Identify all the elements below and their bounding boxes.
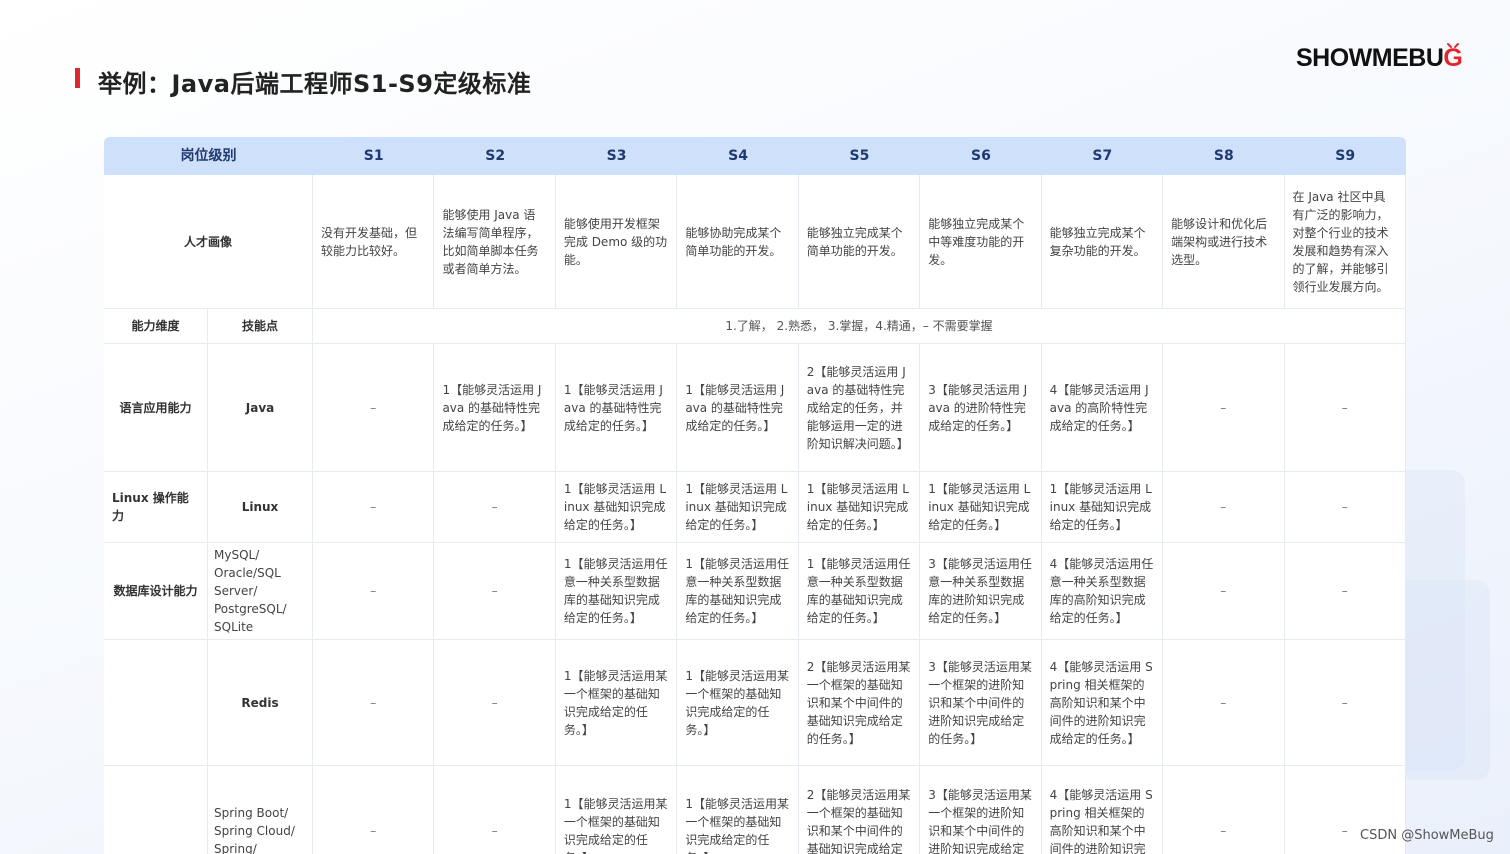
skill-cell: 3【能够灵活运用某一个框架的进阶知识和某个中间件的进阶知识完成给定的任务。】: [920, 640, 1042, 766]
skill-cell: 1【能够灵活运用某一个框架的基础知识完成给定的任务。】: [556, 766, 678, 854]
persona-s5: 能够独立完成某个简单功能的开发。: [798, 175, 921, 309]
skill-cell: 4【能够灵活运用 Spring 相关框架的高阶知识和某个中间件的进阶知识完成给定…: [1041, 640, 1164, 766]
skill-cell: –: [313, 766, 435, 854]
skill-cell: –: [434, 640, 556, 766]
level-header-s7: S7: [1041, 137, 1164, 175]
skill-cell: 4【能够灵活运用 Spring 相关框架的高阶知识和某个中间件的进阶知识完成给定…: [1042, 766, 1164, 854]
skill-cell: 1【能够灵活运用某一个框架的基础知识完成给定的任务。】: [677, 640, 799, 766]
dimension-empty: [104, 766, 208, 854]
skill-cell: 1【能够灵活运用 Linux 基础知识完成给定的任务。】: [1041, 472, 1164, 543]
skill-cell: –: [1163, 472, 1285, 543]
skill-cell: 1【能够灵活运用 Linux 基础知识完成给定的任务。】: [920, 472, 1042, 543]
skill-cell: 2【能够灵活运用某一个框架的基础知识和某个中间件的基础知识完成给定的任务。】: [798, 640, 921, 766]
background-decoration: [1400, 580, 1490, 780]
skill-java: Java: [208, 344, 313, 472]
level-standard-table: 岗位级别 S1 S2 S3 S4 S5 S6 S7 S8 S9 人才画像 没有开…: [104, 137, 1406, 854]
slide: 举例：Java后端工程师S1-S9定级标准 SHOWMEBUG 岗位级别 S1 …: [0, 0, 1510, 854]
skill-label: 技能点: [208, 309, 313, 344]
skill-cell: 1【能够灵活运用 Java 的基础特性完成给定的任务。】: [677, 344, 799, 472]
skill-cell: 1【能够灵活运用任意一种关系型数据库的基础知识完成给定的任务。】: [677, 543, 799, 640]
skill-cell: 1【能够灵活运用 Linux 基础知识完成给定的任务。】: [798, 472, 921, 543]
skill-line: SQLite: [214, 620, 254, 634]
title-accent-bar: [75, 68, 80, 88]
persona-s6: 能够独立完成某个中等难度功能的开发。: [920, 175, 1042, 309]
skill-cell: 2【能够灵活运用某一个框架的基础知识和某个中间件的基础知识完成给定的任务。】: [799, 766, 921, 854]
skill-cell: –: [1163, 640, 1285, 766]
skill-line: Oracle/SQL: [214, 566, 281, 580]
skill-redis: Redis: [208, 640, 313, 766]
skill-cell: 3【能够灵活运用任意一种关系型数据库的进阶知识完成给定的任务。】: [920, 543, 1042, 640]
showmebug-logo: SHOWMEBUG: [1296, 44, 1463, 73]
persona-s7: 能够独立完成某个复杂功能的开发。: [1041, 175, 1164, 309]
persona-s3: 能够使用开发框架完成 Demo 级的功能。: [555, 175, 678, 309]
skill-cell: –: [313, 640, 435, 766]
skill-cell: 4【能够灵活运用任意一种关系型数据库的高阶知识完成给定的任务。】: [1041, 543, 1164, 640]
dimension-language: 语言应用能力: [104, 344, 208, 472]
dimension-label: 能力维度: [104, 309, 208, 344]
skill-cell: 1【能够灵活运用 Linux 基础知识完成给定的任务。】: [677, 472, 799, 543]
logo-text: SHOWMEBU: [1296, 44, 1444, 72]
persona-label: 人才画像: [104, 175, 313, 309]
skill-line: Spring/: [214, 841, 257, 854]
skill-line: PostgreSQL/: [214, 602, 287, 616]
skill-cell: –: [1284, 344, 1406, 472]
skill-cell: 2【能够灵活运用 Java 的基础特性完成给定的任务，并能够运用一定的进阶知识解…: [798, 344, 921, 472]
skill-cell: 3【能够灵活运用 Java 的进阶特性完成给定的任务。】: [920, 344, 1042, 472]
level-header-s3: S3: [555, 137, 678, 175]
skill-cell: –: [313, 472, 435, 543]
skill-cell: –: [1163, 543, 1285, 640]
dimension-linux: Linux 操作能力: [104, 472, 208, 543]
skill-cell: 4【能够灵活运用 Java 的高阶特性完成给定的任务。】: [1041, 344, 1164, 472]
level-header-s1: S1: [313, 137, 435, 175]
skill-cell: –: [1163, 344, 1285, 472]
skill-cell: 3【能够灵活运用某一个框架的进阶知识和某个中间件的进阶知识完成给定的任务。】: [920, 766, 1042, 854]
skill-cell: –: [313, 543, 435, 640]
skill-cell: –: [1284, 472, 1406, 543]
skill-cell: –: [1163, 766, 1285, 854]
skill-cell: –: [434, 766, 556, 854]
skill-cell: –: [1284, 543, 1406, 640]
skill-line: Spring Boot/: [214, 805, 289, 820]
skill-databases: MySQL/ Oracle/SQL Server/ PostgreSQL/ SQ…: [208, 543, 313, 640]
skill-cell: 1【能够灵活运用某一个框架的基础知识完成给定的任务。】: [555, 640, 678, 766]
persona-s4: 能够协助完成某个简单功能的开发。: [677, 175, 799, 309]
level-header-s4: S4: [677, 137, 799, 175]
persona-s2: 能够使用 Java 语法编写简单程序，比如简单脚本任务或者简单方法。: [434, 175, 556, 309]
skill-line: MySQL/: [214, 548, 260, 562]
column-header-level: 岗位级别: [104, 137, 313, 175]
skill-cell: 1【能够灵活运用 Java 的基础特性完成给定的任务。】: [555, 344, 678, 472]
dimension-empty: [104, 640, 208, 766]
skill-linux: Linux: [208, 472, 313, 543]
skill-line: Server/: [214, 584, 258, 598]
skill-cell: –: [313, 344, 435, 472]
level-header-s8: S8: [1163, 137, 1285, 175]
skill-cell: 1【能够灵活运用 Linux 基础知识完成给定的任务。】: [555, 472, 678, 543]
skill-line: Spring Cloud/: [214, 823, 295, 838]
level-header-s6: S6: [920, 137, 1042, 175]
skill-cell: 1【能够灵活运用 Java 的基础特性完成给定的任务。】: [434, 344, 556, 472]
slide-title: 举例：Java后端工程师S1-S9定级标准: [98, 70, 532, 98]
csdn-watermark: CSDN @ShowMeBug: [1360, 828, 1494, 843]
proficiency-scale: 1.了解， 2.熟悉， 3.掌握，4.精通，– 不需要掌握: [313, 309, 1406, 344]
skill-spring: Spring Boot/ Spring Cloud/ Spring/: [208, 766, 313, 854]
skill-cell: –: [434, 472, 556, 543]
skill-cell: 1【能够灵活运用任意一种关系型数据库的基础知识完成给定的任务。】: [798, 543, 921, 640]
persona-s8: 能够设计和优化后端架构或进行技术选型。: [1163, 175, 1285, 309]
dimension-database: 数据库设计能力: [104, 543, 208, 640]
skill-cell: 1【能够灵活运用某一个框架的基础知识完成给定的任务。】: [677, 766, 799, 854]
skill-cell: –: [434, 543, 556, 640]
skill-cell: 1【能够灵活运用任意一种关系型数据库的基础知识完成给定的任务。】: [555, 543, 678, 640]
persona-s1: 没有开发基础，但较能力比较好。: [313, 175, 435, 309]
level-header-s5: S5: [798, 137, 921, 175]
persona-s9: 在 Java 社区中具有广泛的影响力，对整个行业的技术发展和趋势有深入的了解，并…: [1284, 175, 1406, 309]
bug-logo-icon: [1447, 43, 1459, 48]
level-header-s2: S2: [434, 137, 556, 175]
level-header-s9: S9: [1284, 137, 1406, 175]
skill-cell: –: [1284, 640, 1406, 766]
